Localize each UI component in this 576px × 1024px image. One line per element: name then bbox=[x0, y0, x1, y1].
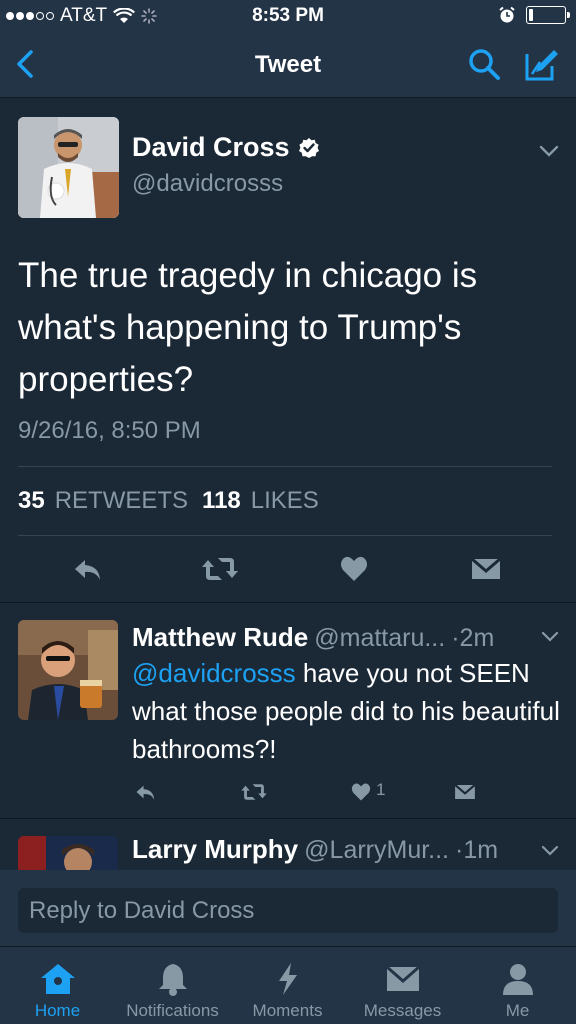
search-icon[interactable] bbox=[466, 46, 502, 82]
status-bar: AT&T 8:53 PM bbox=[0, 0, 576, 32]
reply-text: @davidcrosss have you not SEEN what thos… bbox=[132, 654, 562, 768]
author-handle[interactable]: @davidcrosss bbox=[132, 170, 283, 198]
tab-moments[interactable]: Moments bbox=[230, 947, 345, 1024]
author-avatar[interactable] bbox=[18, 117, 119, 218]
alarm-icon bbox=[499, 6, 515, 23]
reply-header: Larry Murphy @LarryMur... ·1m bbox=[132, 834, 498, 865]
mention-link[interactable]: @davidcrosss bbox=[132, 658, 296, 688]
row-separator bbox=[0, 602, 576, 603]
reply-time: ·2m bbox=[451, 624, 495, 652]
divider bbox=[18, 535, 552, 536]
reply-header: Matthew Rude @mattaru... ·2m bbox=[132, 622, 494, 653]
likes-label[interactable]: LIKES bbox=[251, 487, 319, 515]
reply-input[interactable] bbox=[18, 888, 558, 933]
author-name-text[interactable]: David Cross bbox=[132, 132, 290, 163]
bell-icon bbox=[158, 964, 187, 996]
author-avatar-image bbox=[18, 117, 119, 218]
reply-avatar[interactable] bbox=[18, 836, 118, 870]
tweet-timestamp: 9/26/16, 8:50 PM bbox=[18, 417, 201, 444]
battery-icon bbox=[526, 6, 570, 24]
lightning-icon bbox=[278, 963, 297, 995]
reply-like-count: 1 bbox=[376, 780, 386, 799]
tab-messages[interactable]: Messages bbox=[345, 947, 460, 1024]
tab-label: Messages bbox=[363, 1001, 442, 1020]
like-heart-icon[interactable] bbox=[350, 780, 372, 804]
reply-avatar[interactable] bbox=[18, 620, 118, 720]
tab-notifications[interactable]: Notifications bbox=[115, 947, 230, 1024]
status-right bbox=[498, 6, 570, 24]
retweets-count[interactable]: 35 bbox=[18, 487, 45, 515]
tab-label: Notifications bbox=[126, 1001, 219, 1020]
reply-avatar-image bbox=[18, 836, 118, 870]
like-heart-icon[interactable] bbox=[340, 552, 368, 586]
reply-avatar-image bbox=[18, 620, 118, 720]
row-separator bbox=[0, 818, 576, 819]
retweet-icon[interactable] bbox=[200, 552, 240, 586]
envelope-icon bbox=[385, 965, 420, 991]
status-time: 8:53 PM bbox=[252, 5, 324, 26]
reply-author-handle[interactable]: @mattaru... bbox=[314, 624, 445, 653]
person-icon bbox=[502, 964, 533, 995]
chevron-down-icon[interactable] bbox=[538, 143, 560, 159]
reply-author-name[interactable]: Matthew Rude bbox=[132, 622, 308, 653]
retweet-icon[interactable] bbox=[238, 780, 270, 804]
reply-time: ·1m bbox=[455, 836, 499, 864]
direct-message-icon[interactable] bbox=[452, 780, 478, 804]
reply-icon[interactable] bbox=[72, 552, 102, 586]
compose-tweet-icon[interactable] bbox=[522, 44, 562, 84]
tab-me[interactable]: Me bbox=[460, 947, 575, 1024]
reply-composer-bar bbox=[0, 870, 576, 946]
tab-label: Moments bbox=[252, 1001, 323, 1020]
home-icon bbox=[40, 964, 75, 994]
reply-author-name[interactable]: Larry Murphy bbox=[132, 834, 298, 865]
verified-badge-icon bbox=[298, 137, 319, 158]
divider bbox=[18, 466, 552, 467]
direct-message-icon[interactable] bbox=[470, 552, 502, 586]
tab-bar: Home Notifications Moments Messages Me bbox=[0, 946, 576, 1024]
chevron-down-icon[interactable] bbox=[540, 844, 560, 858]
retweets-label[interactable]: RETWEETS bbox=[55, 487, 188, 515]
likes-count[interactable]: 118 bbox=[202, 487, 241, 515]
author-name[interactable]: David Cross bbox=[132, 132, 320, 163]
tab-home[interactable]: Home bbox=[0, 947, 115, 1024]
tab-label: Me bbox=[505, 1001, 530, 1020]
reply-author-handle[interactable]: @LarryMur... bbox=[304, 836, 449, 865]
chevron-down-icon[interactable] bbox=[540, 630, 560, 644]
tweet-text: The true tragedy in chicago is what's ha… bbox=[18, 256, 478, 399]
reply-icon[interactable] bbox=[132, 780, 158, 804]
tweet-stats: 35 RETWEETS 118 LIKES bbox=[18, 487, 319, 515]
navigation-bar: Tweet bbox=[0, 32, 576, 98]
tab-label: Home bbox=[34, 1001, 81, 1020]
